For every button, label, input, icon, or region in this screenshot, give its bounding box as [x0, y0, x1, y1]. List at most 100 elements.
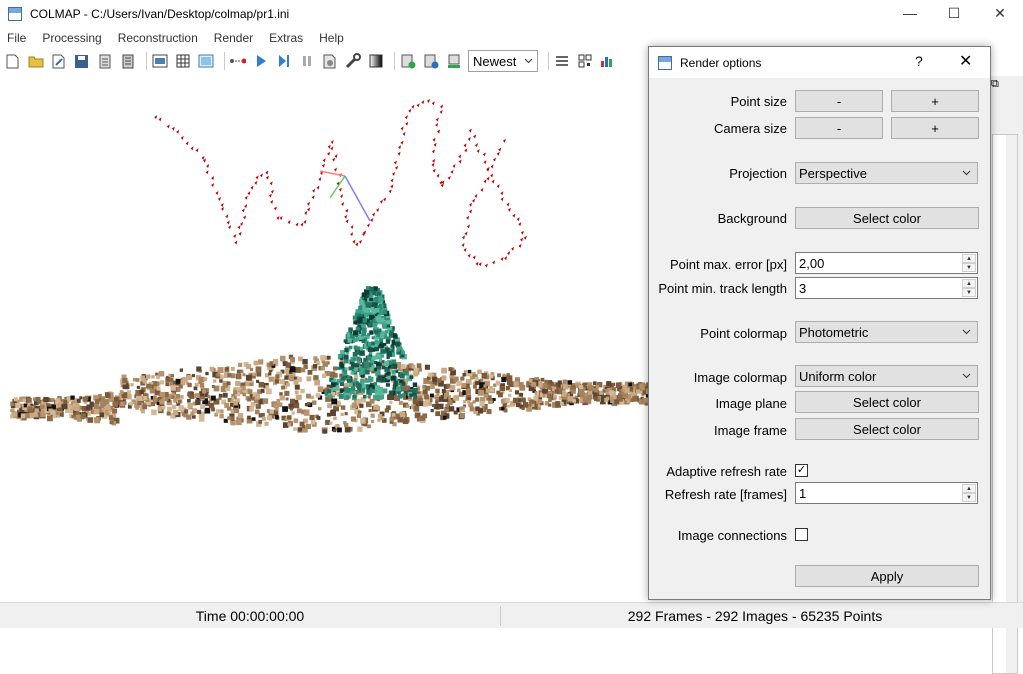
dialog-title-bar: Render options ? ✕	[649, 47, 990, 78]
point-min-track-label: Point min. track length	[658, 281, 787, 296]
chevron-down-icon	[962, 373, 971, 379]
refresh-rate-value: 1	[799, 485, 807, 501]
dock-float-icon[interactable]: ⧉	[991, 78, 1017, 92]
spin-arrows[interactable]: ▲ ▼	[962, 254, 976, 272]
spin-up-icon[interactable]: ▲	[962, 484, 976, 493]
toolbar-separator	[146, 52, 147, 70]
dialog-title: Render options	[680, 55, 762, 70]
image-frame-label: Image frame	[714, 423, 787, 438]
spin-arrows[interactable]: ▲ ▼	[962, 279, 976, 297]
spin-arrows[interactable]: ▲ ▼	[962, 484, 976, 502]
log-scrollbar[interactable]	[1006, 135, 1017, 673]
automatic-reconstruction-icon[interactable]	[229, 53, 246, 70]
point-colormap-value: Photometric	[799, 324, 869, 340]
image-colormap-label: Image colormap	[693, 370, 787, 385]
image-colormap-select[interactable]: Uniform color	[795, 365, 978, 387]
save-project-icon[interactable]	[73, 53, 90, 70]
background-color-button[interactable]: Select color	[795, 207, 979, 229]
camera-size-increase-button[interactable]: +	[891, 117, 979, 139]
match-matrix-icon[interactable]	[576, 53, 593, 70]
status-time: Time 00:00:00:00	[195, 607, 305, 624]
status-summary: 292 Frames - 292 Images - 65235 Points	[627, 607, 883, 624]
status-bar: Time 00:00:00:00 292 Frames - 292 Images…	[0, 602, 1023, 628]
background-label: Background	[717, 211, 787, 226]
app-icon	[658, 55, 672, 70]
maximize-button[interactable]: ☐	[931, 0, 977, 26]
minimize-button[interactable]: —	[887, 0, 933, 26]
open-project-icon[interactable]	[27, 53, 44, 70]
chevron-down-icon	[962, 170, 971, 176]
reconstruction-combo-value: Newest	[473, 53, 517, 69]
spin-up-icon[interactable]: ▲	[962, 279, 976, 288]
title-bar: COLMAP - C:/Users/Ivan/Desktop/colmap/pr…	[0, 0, 1023, 27]
axis-line	[344, 175, 371, 222]
projection-value: Perspective	[799, 165, 867, 181]
window-title: COLMAP - C:/Users/Ivan/Desktop/colmap/pr…	[30, 6, 290, 21]
render-icon[interactable]	[399, 53, 416, 70]
point-max-error-input[interactable]: 2,00 ▲ ▼	[795, 252, 978, 274]
point-colormap-select[interactable]: Photometric	[795, 321, 978, 343]
point-min-track-value: 3	[799, 280, 807, 296]
point-max-error-value: 2,00	[799, 255, 825, 271]
menu-file[interactable]: File	[7, 31, 26, 45]
feature-matching-icon[interactable]	[174, 53, 191, 70]
toolbar-separator	[548, 52, 549, 70]
start-reconstruction-icon[interactable]	[252, 53, 269, 70]
reconstruction-combo[interactable]: Newest	[468, 50, 538, 72]
menu-render[interactable]: Render	[214, 31, 253, 45]
menu-extras[interactable]: Extras	[269, 31, 303, 45]
point-size-increase-button[interactable]: +	[891, 90, 979, 112]
new-project-icon[interactable]	[4, 53, 21, 70]
spin-down-icon[interactable]: ▼	[962, 288, 976, 297]
camera-size-label: Camera size	[714, 121, 787, 136]
close-button[interactable]: ✕	[977, 0, 1023, 26]
step-reconstruction-icon[interactable]	[275, 53, 292, 70]
image-connections-label: Image connections	[677, 528, 787, 543]
help-button[interactable]: ?	[915, 53, 923, 69]
image-connections-checkbox[interactable]	[795, 528, 808, 541]
log-dock: ⧉	[988, 76, 1023, 674]
menu-bar: File Processing Reconstruction Render Ex…	[0, 28, 360, 47]
projection-label: Projection	[729, 166, 787, 181]
camera-size-decrease-button[interactable]: -	[795, 117, 883, 139]
spin-down-icon[interactable]: ▼	[962, 263, 976, 272]
image-plane-label: Image plane	[715, 396, 787, 411]
image-colormap-value: Uniform color	[799, 368, 877, 384]
log-panel	[992, 134, 1018, 674]
menu-help[interactable]: Help	[319, 31, 344, 45]
point-min-track-input[interactable]: 3 ▲ ▼	[795, 277, 978, 299]
reconstruction-stats-icon[interactable]	[553, 53, 570, 70]
reconstruction-select-icon[interactable]	[445, 53, 462, 70]
point-colormap-label: Point colormap	[700, 326, 787, 341]
export-model-icon[interactable]	[119, 53, 136, 70]
point-size-label: Point size	[730, 94, 787, 109]
refresh-rate-input[interactable]: 1 ▲ ▼	[795, 482, 978, 504]
apply-button[interactable]: Apply	[795, 565, 979, 587]
feature-extraction-icon[interactable]	[151, 53, 168, 70]
dense-reconstruction-icon[interactable]	[367, 53, 384, 70]
point-max-error-label: Point max. error [px]	[669, 257, 787, 272]
database-management-icon[interactable]	[197, 53, 214, 70]
menu-reconstruction[interactable]: Reconstruction	[118, 31, 198, 45]
spin-down-icon[interactable]: ▼	[962, 493, 976, 502]
menu-processing[interactable]: Processing	[42, 31, 101, 45]
edit-project-icon[interactable]	[50, 53, 67, 70]
point-cloud	[10, 286, 655, 434]
reconstruction-options-icon[interactable]	[321, 53, 338, 70]
projection-select[interactable]: Perspective	[795, 162, 978, 184]
pause-reconstruction-icon[interactable]	[298, 53, 315, 70]
adaptive-refresh-checkbox[interactable]: ✓	[795, 464, 808, 477]
image-plane-color-button[interactable]: Select color	[795, 391, 979, 413]
adaptive-refresh-label: Adaptive refresh rate	[666, 464, 787, 479]
render-now-icon[interactable]	[422, 53, 439, 70]
spin-up-icon[interactable]: ▲	[962, 254, 976, 263]
point-size-decrease-button[interactable]: -	[795, 90, 883, 112]
render-options-dialog: Render options ? ✕ Point size - + Camera…	[648, 46, 991, 600]
refresh-rate-label: Refresh rate [frames]	[664, 487, 787, 502]
image-frame-color-button[interactable]: Select color	[795, 418, 979, 440]
chevron-down-icon	[962, 329, 971, 335]
log-icon[interactable]	[599, 53, 616, 70]
bundle-adjustment-icon[interactable]	[344, 53, 361, 70]
import-model-icon[interactable]	[96, 53, 113, 70]
dialog-close-button[interactable]: ✕	[959, 51, 972, 71]
